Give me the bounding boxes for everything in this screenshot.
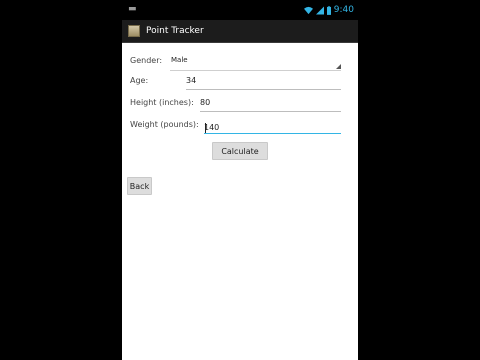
status-bar: ▬ 9:40 — [122, 0, 358, 20]
gender-dropdown[interactable]: Male — [170, 52, 341, 71]
battery-icon — [326, 5, 331, 15]
calculate-button[interactable]: Calculate — [212, 142, 268, 160]
weight-value: 140 — [204, 123, 220, 132]
back-button[interactable]: Back — [127, 177, 152, 195]
status-icons: 9:40 — [303, 3, 354, 17]
text-cursor — [205, 123, 206, 133]
app-title: Point Tracker — [146, 26, 204, 36]
app-icon[interactable] — [128, 25, 140, 37]
age-value: 34 — [186, 76, 197, 85]
weight-label: Weight (pounds): — [130, 120, 199, 129]
notification-icon: ▬ — [128, 4, 137, 14]
weight-input[interactable]: 140 — [204, 117, 341, 134]
gender-label: Gender: — [130, 56, 163, 65]
height-row: Height (inches): 80 — [122, 94, 358, 114]
height-input[interactable]: 80 — [200, 95, 341, 112]
age-input[interactable]: 34 — [186, 73, 341, 90]
action-bar: Point Tracker — [122, 20, 358, 43]
gender-value: Male — [171, 56, 188, 64]
age-label: Age: — [130, 76, 149, 85]
phone-screen: ▬ 9:40 Point Tracker Gender: Male Age: 3… — [122, 0, 358, 360]
weight-row: Weight (pounds): 140 — [122, 116, 358, 136]
clock: 9:40 — [333, 5, 354, 15]
height-label: Height (inches): — [130, 98, 194, 107]
gender-row: Gender: Male — [122, 52, 358, 72]
wifi-icon — [303, 6, 313, 14]
age-row: Age: 34 — [122, 72, 358, 92]
signal-icon — [315, 6, 324, 14]
height-value: 80 — [200, 98, 211, 107]
dropdown-arrow-icon — [336, 64, 341, 69]
